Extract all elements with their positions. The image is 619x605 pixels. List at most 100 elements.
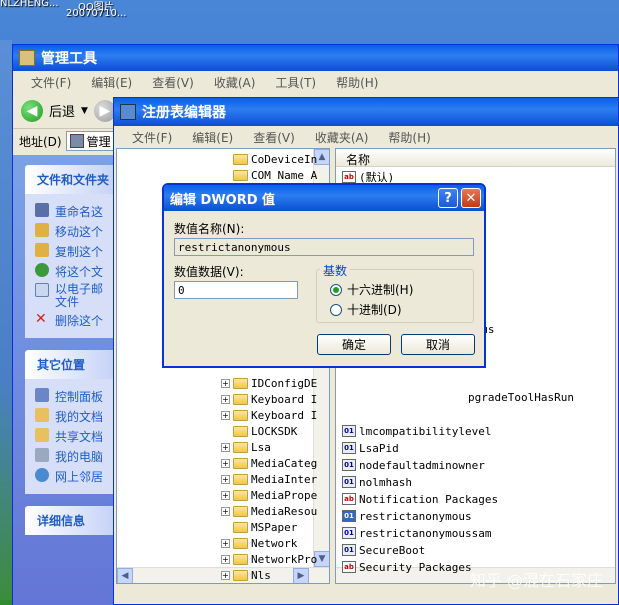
- tree-item[interactable]: COM Name A: [221, 167, 317, 183]
- menu-edit[interactable]: 编辑(E): [81, 74, 142, 91]
- delete-task[interactable]: ✕ 删除这个: [35, 312, 113, 329]
- menu-view[interactable]: 查看(V): [142, 74, 204, 91]
- network-places-link[interactable]: 网上邻居: [35, 468, 113, 485]
- move-task[interactable]: 移动这个: [35, 223, 113, 240]
- folder-icon: [233, 425, 248, 437]
- folder-icon: [233, 169, 248, 181]
- tree-item[interactable]: + MediaCateg: [221, 455, 317, 471]
- menu-favorites[interactable]: 收藏(A): [204, 74, 266, 91]
- folder-icon: [233, 473, 248, 485]
- expand-icon[interactable]: +: [221, 474, 230, 484]
- rename-task[interactable]: 重命名这: [35, 203, 113, 220]
- link-label: 控制面板: [55, 390, 104, 404]
- folder-icon: [19, 50, 35, 66]
- shared-documents-link[interactable]: 共享文档: [35, 428, 113, 445]
- menu-file[interactable]: 文件(F): [122, 129, 182, 146]
- tree-item[interactable]: + Network: [221, 535, 297, 551]
- registry-value-row[interactable]: 01 nolmhash: [342, 474, 412, 490]
- tree-item[interactable]: + Nls: [221, 567, 271, 583]
- tree-item[interactable]: + Keyboard I: [221, 391, 317, 407]
- back-label: 后退: [49, 105, 76, 120]
- chevron-down-icon[interactable]: ▼: [81, 106, 88, 116]
- tree-item[interactable]: + Keyboard I: [221, 407, 317, 423]
- value-name-label: 数值名称(N):: [174, 222, 245, 236]
- expand-icon[interactable]: +: [221, 458, 230, 468]
- registry-value-row[interactable]: 01 SecureBoot: [342, 542, 425, 558]
- dec-radio[interactable]: 十进制(D): [330, 301, 402, 318]
- expand-icon[interactable]: +: [221, 538, 230, 548]
- copy-task[interactable]: 复制这个: [35, 243, 113, 260]
- menu-tools[interactable]: 工具(T): [265, 74, 326, 91]
- tree-item[interactable]: MSPaper: [221, 519, 297, 535]
- folder-icon: [233, 377, 248, 389]
- dialog-titlebar[interactable]: 编辑 DWORD 值: [164, 185, 484, 211]
- control-panel-icon: [35, 388, 49, 402]
- email-icon: [35, 283, 49, 297]
- close-button[interactable]: ✕: [461, 188, 481, 208]
- details-group: 详细信息: [25, 506, 113, 535]
- menu-file[interactable]: 文件(F): [21, 74, 81, 91]
- expand-icon[interactable]: +: [221, 554, 230, 564]
- details-header[interactable]: 详细信息: [25, 506, 113, 535]
- hex-radio-label: 十六进制(H): [347, 283, 414, 297]
- expand-icon[interactable]: +: [221, 490, 230, 500]
- folder-icon: [233, 505, 248, 517]
- expand-icon[interactable]: +: [221, 442, 230, 452]
- my-computer-link[interactable]: 我的电脑: [35, 448, 113, 465]
- desktop-icon-label[interactable]: 20070710...: [66, 8, 126, 19]
- tree-item-label: Keyboard I: [251, 392, 318, 406]
- value-data-input[interactable]: 0: [174, 281, 298, 299]
- menu-help[interactable]: 帮助(H): [378, 129, 440, 146]
- help-button[interactable]: ?: [438, 188, 458, 208]
- expand-icon[interactable]: +: [221, 570, 230, 580]
- address-label: 地址(D): [19, 134, 62, 149]
- expand-icon[interactable]: +: [221, 410, 230, 420]
- cancel-button[interactable]: 取消: [401, 334, 475, 355]
- other-places-header[interactable]: 其它位置: [25, 350, 113, 379]
- control-panel-link[interactable]: 控制面板: [35, 388, 113, 405]
- radio-selected-icon: [330, 283, 342, 296]
- back-button[interactable]: ◀ 后退 ▼: [21, 99, 88, 122]
- menu-edit[interactable]: 编辑(E): [182, 129, 243, 146]
- tree-item-label: COM Name A: [251, 168, 318, 182]
- tree-item[interactable]: LOCKSDK: [221, 423, 297, 439]
- scroll-left-icon[interactable]: ◀: [117, 568, 133, 583]
- scroll-right-icon[interactable]: ▶: [293, 568, 309, 583]
- menu-view[interactable]: 查看(V): [243, 129, 305, 146]
- desktop-background-strip: [0, 40, 12, 600]
- files-and-folders-group: 文件和文件夹 重命名这 移动这个 复制这个 将这个文 以电子邮 文件 ✕ 删除这个: [25, 165, 113, 338]
- expand-icon[interactable]: +: [221, 394, 230, 404]
- hex-radio[interactable]: 十六进制(H): [330, 281, 413, 298]
- menu-help[interactable]: 帮助(H): [326, 74, 388, 91]
- expand-icon[interactable]: +: [221, 506, 230, 516]
- registry-value-row[interactable]: ab Security Packages: [342, 559, 472, 575]
- tree-item[interactable]: + MediaResou: [221, 503, 317, 519]
- registry-value-row[interactable]: ab Notification Packages: [342, 491, 498, 507]
- menu-favorites[interactable]: 收藏夹(A): [305, 129, 379, 146]
- registry-value-name-partial[interactable]: pgradeToolHasRun: [468, 389, 574, 405]
- regedit-titlebar[interactable]: 注册表编辑器: [114, 98, 618, 126]
- tree-item[interactable]: CoDeviceIn: [221, 151, 317, 167]
- registry-value-row[interactable]: 01 restrictanonymoussam: [342, 525, 491, 541]
- ok-button[interactable]: 确定: [317, 334, 391, 355]
- registry-value-row[interactable]: 01 lmcompatibilitylevel: [342, 423, 491, 439]
- registry-value-row[interactable]: 01 restrictanonymous: [342, 508, 472, 524]
- tree-item[interactable]: + Lsa: [221, 439, 271, 455]
- files-and-folders-header[interactable]: 文件和文件夹: [25, 165, 113, 194]
- window-title: 注册表编辑器: [142, 105, 226, 121]
- tree-item[interactable]: + MediaInter: [221, 471, 317, 487]
- email-task[interactable]: 以电子邮 文件: [35, 283, 113, 309]
- tree-item[interactable]: + IDConfigDE: [221, 375, 317, 391]
- admin-tools-titlebar[interactable]: 管理工具: [13, 45, 618, 71]
- publish-task[interactable]: 将这个文: [35, 263, 113, 280]
- tree-item[interactable]: + MediaPrope: [221, 487, 317, 503]
- name-column-header[interactable]: 名称: [336, 149, 615, 167]
- desktop-icon-label[interactable]: NLZHENG...: [0, 0, 59, 9]
- link-label: 网上邻居: [55, 470, 104, 484]
- folder-icon: [233, 441, 248, 453]
- registry-value-row[interactable]: 01 nodefaultadminowner: [342, 457, 485, 473]
- my-documents-link[interactable]: 我的文档: [35, 408, 113, 425]
- tree-item[interactable]: + NetworkPro: [221, 551, 317, 567]
- expand-icon[interactable]: +: [221, 378, 230, 388]
- registry-value-row[interactable]: 01 LsaPid: [342, 440, 399, 456]
